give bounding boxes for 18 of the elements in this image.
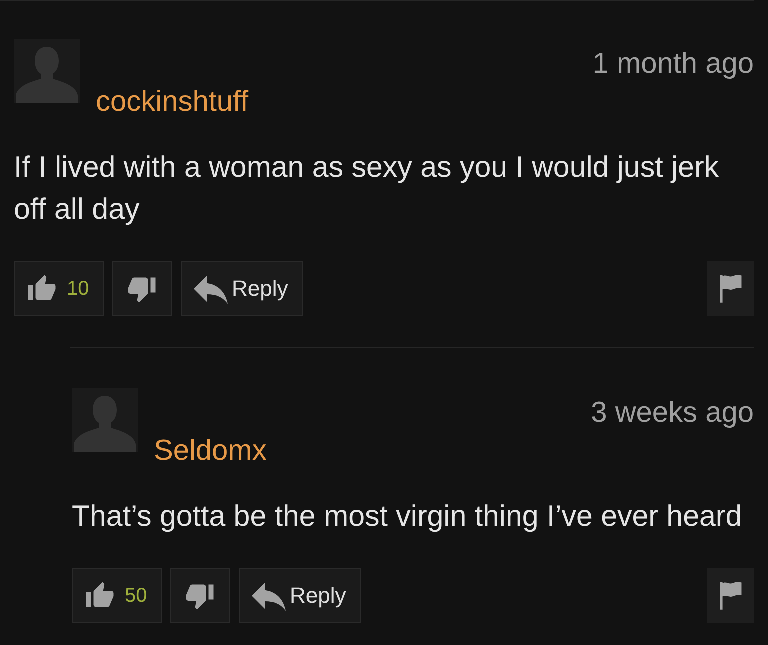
flag-button[interactable]: [707, 261, 754, 316]
comment-timestamp: 3 weeks ago: [591, 396, 754, 430]
comment-timestamp: 1 month ago: [592, 47, 754, 81]
thumbs-up-icon: [27, 274, 57, 304]
dislike-button[interactable]: [112, 261, 172, 316]
avatar-icon: [72, 388, 138, 452]
like-button[interactable]: 10: [14, 261, 104, 316]
comment-text: If I lived with a woman as sexy as you I would just jerk off all day: [14, 150, 720, 228]
reply-button[interactable]: Reply: [181, 261, 303, 316]
reply-button[interactable]: Reply: [239, 568, 361, 623]
comment-text: That’s gotta be the most virgin thing I’ve ever heard: [72, 499, 744, 535]
like-button[interactable]: 50: [72, 568, 162, 623]
avatar-icon: [14, 39, 80, 103]
thumbs-up-icon: [85, 580, 115, 610]
username-link[interactable]: cockinshtuff: [96, 85, 249, 119]
flag-button[interactable]: [707, 568, 754, 623]
username-link[interactable]: Seldomx: [154, 434, 267, 468]
dislike-button[interactable]: [170, 568, 230, 623]
